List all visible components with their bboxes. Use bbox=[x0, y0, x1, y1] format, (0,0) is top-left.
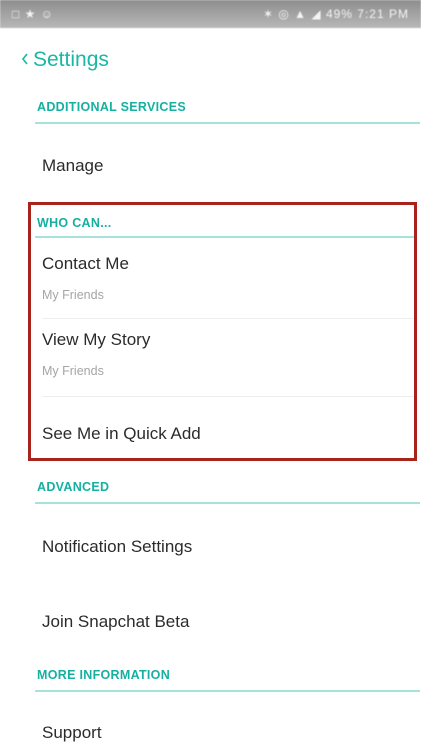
join-beta-label: Join Snapchat Beta bbox=[42, 612, 190, 631]
manage-row[interactable]: Manage bbox=[42, 156, 412, 176]
status-bar: □ ★ ☺ ✶ ◎ ▲ ◢ 49% 7:21 PM bbox=[0, 0, 421, 28]
notification-settings-row[interactable]: Notification Settings bbox=[42, 537, 412, 557]
support-label: Support bbox=[42, 723, 102, 742]
contact-me-row[interactable]: Contact Me My Friends bbox=[42, 254, 412, 302]
manage-label: Manage bbox=[42, 156, 104, 175]
notification-settings-label: Notification Settings bbox=[42, 537, 193, 556]
support-row[interactable]: Support bbox=[42, 723, 412, 743]
page-title: Settings bbox=[33, 48, 109, 71]
section-header-additional-services: ADDITIONAL SERVICES bbox=[35, 98, 420, 124]
see-me-in-quick-add-row[interactable]: See Me in Quick Add bbox=[42, 424, 412, 444]
section-label: MORE INFORMATION bbox=[37, 668, 171, 682]
section-label: WHO CAN... bbox=[37, 216, 112, 230]
join-beta-row[interactable]: Join Snapchat Beta bbox=[42, 612, 412, 632]
section-label: ADVANCED bbox=[37, 480, 110, 494]
view-my-story-row[interactable]: View My Story My Friends bbox=[42, 330, 412, 378]
view-my-story-value: My Friends bbox=[42, 364, 104, 378]
see-me-in-quick-add-label: See Me in Quick Add bbox=[42, 424, 201, 443]
chevron-left-icon[interactable] bbox=[20, 52, 30, 66]
row-divider bbox=[42, 396, 414, 397]
section-header-advanced: ADVANCED bbox=[35, 478, 420, 504]
section-header-more-information: MORE INFORMATION bbox=[35, 666, 420, 692]
row-divider bbox=[42, 318, 414, 319]
section-label: ADDITIONAL SERVICES bbox=[37, 100, 187, 114]
section-header-who-can: WHO CAN... bbox=[35, 212, 415, 238]
status-bar-right-icons: ✶ ◎ ▲ ◢ 49% 7:21 PM bbox=[262, 7, 409, 21]
status-bar-left-icons: □ ★ ☺ bbox=[12, 7, 54, 21]
view-my-story-label: View My Story bbox=[42, 330, 151, 349]
contact-me-value: My Friends bbox=[42, 288, 104, 302]
settings-header: Settings bbox=[0, 40, 421, 84]
contact-me-label: Contact Me bbox=[42, 254, 129, 273]
